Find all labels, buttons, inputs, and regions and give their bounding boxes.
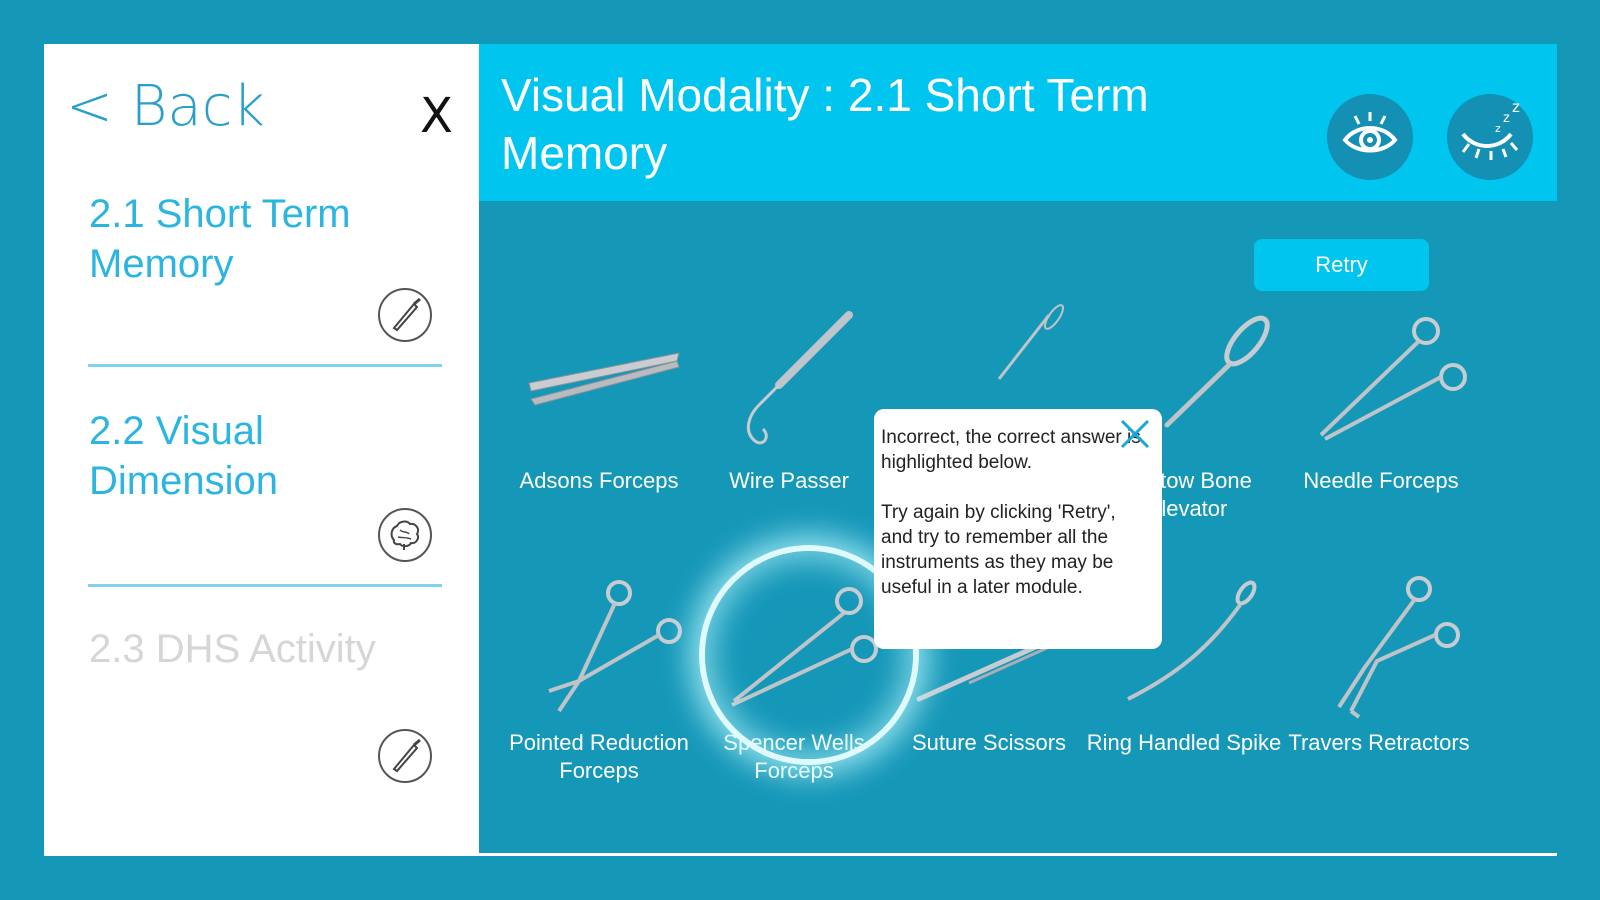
instrument-hidden[interactable] bbox=[889, 301, 1089, 401]
header-bar: Visual Modality : 2.1 Short Term Memory … bbox=[479, 44, 1557, 201]
feedback-popup: Incorrect, the correct answer is highlig… bbox=[874, 409, 1162, 649]
instrument-label: Wire Passer bbox=[729, 468, 849, 493]
brain-icon bbox=[378, 508, 432, 562]
travers-retractors-icon bbox=[1337, 576, 1460, 719]
scalpel-icon bbox=[378, 288, 432, 342]
pointed-reduction-forceps-icon bbox=[548, 580, 682, 713]
main-panel: Retry Adsons Forceps Wire Passer Bristow… bbox=[479, 201, 1557, 856]
eye-open-button[interactable] bbox=[1327, 94, 1413, 180]
scalpel-icon bbox=[378, 729, 432, 783]
instrument-label: Needle Forceps bbox=[1303, 468, 1459, 493]
close-icon[interactable] bbox=[1118, 417, 1152, 451]
instrument-label: Pointed Reduction Forceps bbox=[509, 730, 689, 783]
eye-open-icon bbox=[1342, 112, 1398, 153]
instrument-wire-passer[interactable]: Wire Passer bbox=[689, 301, 889, 493]
menu-divider bbox=[88, 364, 442, 367]
instrument-icon bbox=[997, 304, 1065, 380]
instrument-label: Travers Retractors bbox=[1288, 730, 1470, 755]
menu-divider bbox=[88, 584, 442, 587]
instrument-spencer-wells-forceps[interactable]: Spencer Wells Forceps bbox=[694, 571, 894, 783]
menu-item-visual-dimension[interactable]: 2.2 Visual Dimension bbox=[89, 406, 409, 506]
instrument-pointed-reduction-forceps[interactable]: Pointed Reduction Forceps bbox=[499, 571, 699, 783]
instrument-label: Ring Handled Spike bbox=[1086, 730, 1282, 755]
instrument-label: Adsons Forceps bbox=[519, 468, 679, 493]
svg-text:z: z bbox=[1503, 111, 1510, 126]
instrument-needle-forceps[interactable]: Needle Forceps bbox=[1281, 301, 1481, 493]
menu-item-short-term-memory[interactable]: 2.1 Short Term Memory bbox=[89, 189, 409, 289]
back-button[interactable]: < Back bbox=[66, 74, 265, 139]
retry-button[interactable]: Retry bbox=[1254, 239, 1429, 291]
wire-passer-icon bbox=[746, 311, 853, 445]
adsons-forceps-icon bbox=[528, 352, 680, 406]
instrument-adsons-forceps[interactable]: Adsons Forceps bbox=[499, 301, 699, 493]
menu-item-dhs-activity[interactable]: 2.3 DHS Activity bbox=[89, 624, 409, 674]
instrument-label: Spencer Wells Forceps bbox=[723, 730, 865, 783]
eye-closed-button[interactable]: z z z bbox=[1447, 94, 1533, 180]
bottom-divider bbox=[479, 853, 1557, 856]
page-title: Visual Modality : 2.1 Short Term Memory bbox=[501, 69, 1149, 179]
svg-text:z: z bbox=[1512, 98, 1520, 116]
sidebar: < Back X 2.1 Short Term Memory 2.2 Visua… bbox=[44, 44, 479, 856]
spencer-wells-forceps-icon bbox=[731, 587, 878, 707]
instrument-label: Suture Scissors bbox=[911, 730, 1067, 755]
needle-forceps-icon bbox=[1319, 317, 1467, 441]
popup-message: Incorrect, the correct answer is highlig… bbox=[881, 427, 1141, 598]
instrument-travers-retractors[interactable]: Travers Retractors bbox=[1279, 571, 1479, 755]
close-sidebar-button[interactable]: X bbox=[420, 88, 453, 144]
svg-text:z: z bbox=[1495, 122, 1501, 135]
eye-closed-sleep-icon: z z z bbox=[1461, 98, 1520, 160]
